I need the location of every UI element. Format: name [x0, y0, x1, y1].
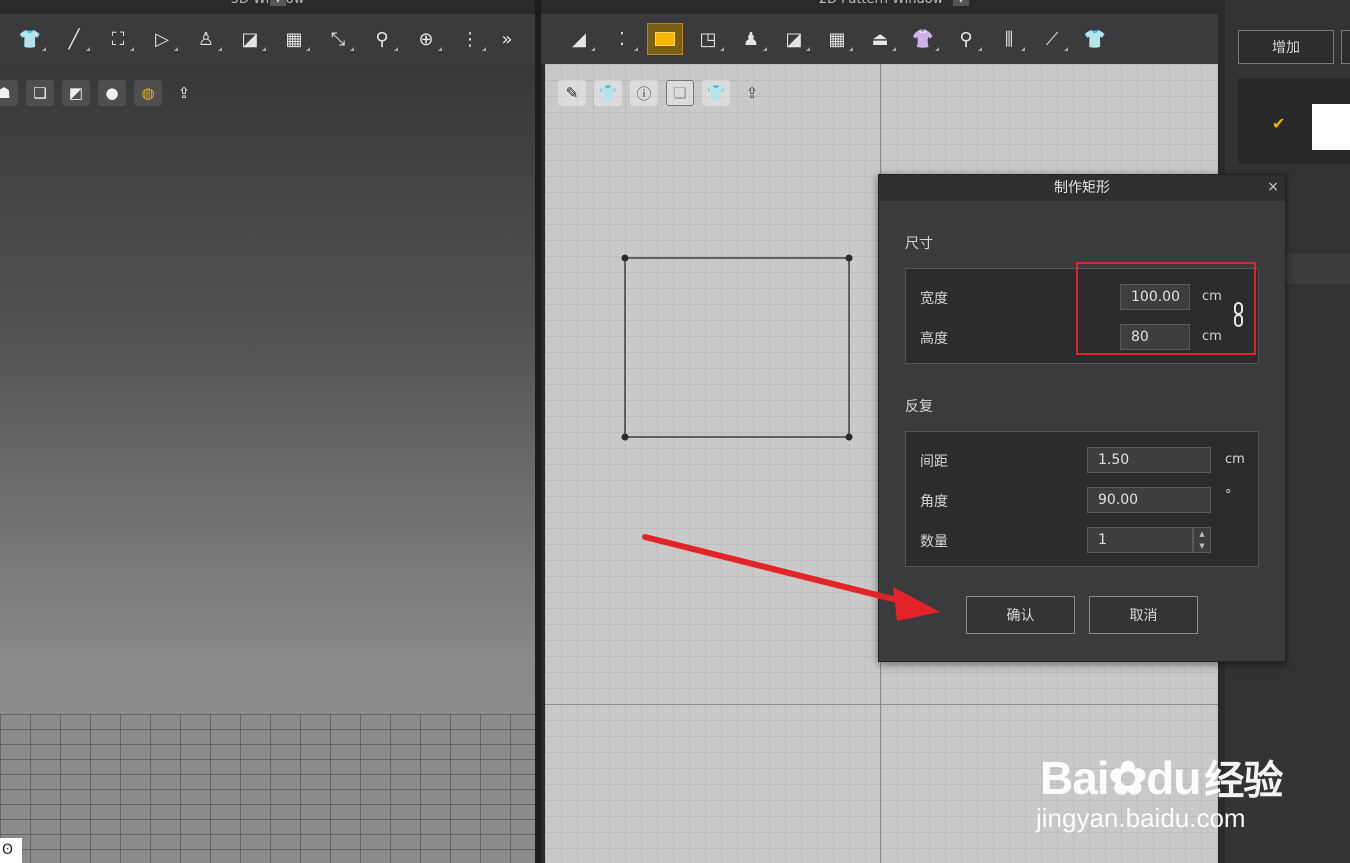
fabric-swatch [1312, 104, 1350, 150]
cancel-button[interactable]: 取消 [1089, 596, 1198, 634]
angle-label: 角度 [920, 494, 948, 510]
panel-button-partial[interactable] [1341, 30, 1350, 64]
more-icon[interactable]: » [496, 23, 518, 55]
shirt-icon[interactable]: 👚 [905, 23, 941, 55]
iron-icon[interactable]: ⏏ [862, 23, 898, 55]
spacing-unit: cm [1225, 452, 1245, 467]
stripes-icon[interactable]: ⫼ [991, 23, 1027, 55]
size-section-label: 尺寸 [905, 236, 933, 252]
avatar-icon[interactable]: ♟ [733, 23, 769, 55]
select-icon[interactable]: ▷ [144, 23, 180, 55]
avatar-shirt-icon[interactable]: 👕 [12, 23, 48, 55]
spacing-input[interactable]: 1.50 [1087, 447, 1211, 473]
repeat-section-label: 反复 [905, 399, 933, 415]
close-icon[interactable]: × [1267, 179, 1279, 195]
toolbar-2d: ◢ ⁚ ◳ ♟ ◪ ▦ ⏏ 👚 ⚲ ⫼ ⟋ 👕 [541, 14, 1218, 64]
repeat-group: 间距 1.50 cm 角度 90.00 ° 数量 1 ▲ ▼ [905, 431, 1259, 567]
edit-points-icon[interactable]: ⁚ [604, 23, 640, 55]
polygon-icon[interactable]: ◳ [690, 23, 726, 55]
watermark-logo: Bai✿du 经验 [1040, 752, 1283, 804]
3d-window-viewport[interactable]: ☗ ❏ ◩ ● ◍ ⇪ ʘ [0, 64, 535, 863]
count-stepper[interactable]: ▲ ▼ [1193, 527, 1211, 553]
button-icon[interactable]: ⊕ [408, 23, 444, 55]
pin-icon[interactable]: ⚲ [364, 23, 400, 55]
window-title-2d: 2D Pattern Window [541, 0, 1221, 14]
pattern-view-icon[interactable]: ◩ [62, 80, 90, 106]
window-title-3d: 3D Window [0, 0, 535, 14]
width-label: 宽度 [920, 291, 948, 307]
pin-icon-2d[interactable]: ⚲ [948, 23, 984, 55]
grid-icon[interactable]: ▦ [276, 23, 312, 55]
paw-icon: ✿ [1108, 752, 1148, 804]
angle-input[interactable]: 90.00 [1087, 487, 1211, 513]
fold-icon[interactable]: ◪ [232, 23, 268, 55]
fold-icon-2d[interactable]: ◪ [776, 23, 812, 55]
count-label: 数量 [920, 534, 948, 550]
angle-unit: ° [1225, 488, 1232, 503]
export-icon[interactable]: ⇪ [170, 80, 198, 106]
globe-view-icon[interactable]: ◍ [134, 80, 162, 106]
avatar-view-icon[interactable]: ☗ [0, 80, 18, 106]
dialog-title: 制作矩形 [879, 175, 1285, 201]
ok-button[interactable]: 确认 [966, 596, 1075, 634]
grid-icon-2d[interactable]: ▦ [819, 23, 855, 55]
axis-gizmo-icon[interactable]: ʘ [0, 838, 22, 863]
window2d-menu-dropdown[interactable]: ▼ [953, 0, 969, 6]
toolbar-3d: 👕 ╱ ⛶ ▷ ♙ ◪ ▦ ⤡ ⚲ ⊕ ⋮ » [0, 14, 535, 64]
3d-view-icons: ☗ ❏ ◩ ● ◍ ⇪ [0, 80, 198, 106]
tshirt-icon[interactable]: 👕 [1077, 23, 1113, 55]
window-divider[interactable] [535, 0, 541, 863]
height-label: 高度 [920, 331, 948, 347]
head-view-icon[interactable]: ● [98, 80, 126, 106]
check-icon: ✔ [1272, 114, 1286, 133]
count-input[interactable]: 1 [1087, 527, 1193, 553]
make-rectangle-dialog: 制作矩形 × 尺寸 宽度 100.00 cm 高度 80 cm 反复 间距 1.… [878, 174, 1286, 662]
add-button[interactable]: 增加 [1238, 30, 1334, 64]
tack-icon[interactable]: ⤡ [320, 23, 356, 55]
garment-view-icon[interactable]: ❏ [26, 80, 54, 106]
highlight-box [1076, 262, 1256, 355]
zipper-icon[interactable]: ⋮ [452, 23, 488, 55]
avatar-pose-icon[interactable]: ♙ [188, 23, 224, 55]
garment-icon[interactable]: ⛶ [100, 23, 136, 55]
transform-pattern-icon[interactable]: ◢ [561, 23, 597, 55]
watermark-url: jingyan.baidu.com [1036, 803, 1246, 833]
line-icon[interactable]: ⟋ [1034, 23, 1070, 55]
rectangle-icon[interactable] [647, 23, 683, 55]
window3d-menu-dropdown[interactable]: ▼ [270, 0, 286, 6]
needle-icon[interactable]: ╱ [56, 23, 92, 55]
spacing-label: 间距 [920, 454, 948, 470]
fabric-list-item[interactable]: ✔ [1238, 78, 1350, 164]
3d-floor-grid [0, 714, 535, 863]
